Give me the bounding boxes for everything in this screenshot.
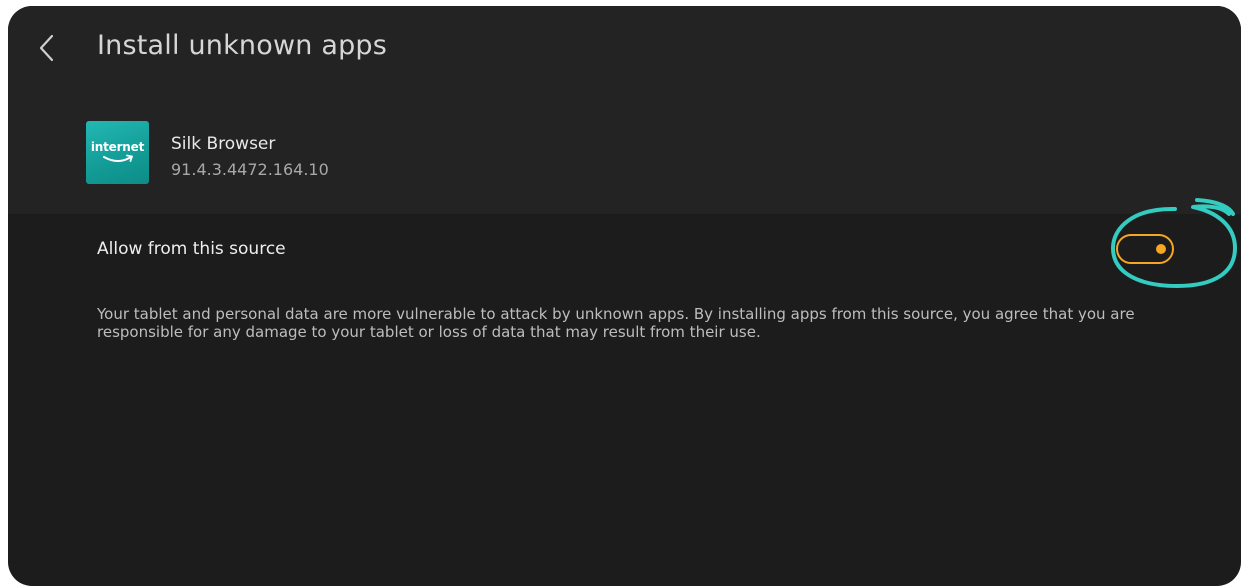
app-header: Install unknown apps internet Silk Brows… xyxy=(8,6,1241,214)
page-title: Install unknown apps xyxy=(97,30,388,61)
smile-arrow-icon xyxy=(102,154,133,162)
allow-from-source-label: Allow from this source xyxy=(97,239,286,259)
app-icon-label: internet xyxy=(90,139,145,154)
app-version: 91.4.3.4472.164.10 xyxy=(171,160,329,179)
app-name: Silk Browser xyxy=(171,134,276,154)
chevron-left-icon xyxy=(39,34,54,62)
toggle-knob xyxy=(1156,244,1166,254)
back-button[interactable] xyxy=(30,28,62,68)
settings-screen: Install unknown apps internet Silk Brows… xyxy=(8,6,1241,586)
silk-browser-icon: internet xyxy=(86,121,149,184)
allow-from-source-row[interactable]: Allow from this source xyxy=(8,214,1241,290)
allow-from-source-toggle[interactable] xyxy=(1116,234,1200,264)
security-warning-text: Your tablet and personal data are more v… xyxy=(97,305,1135,341)
